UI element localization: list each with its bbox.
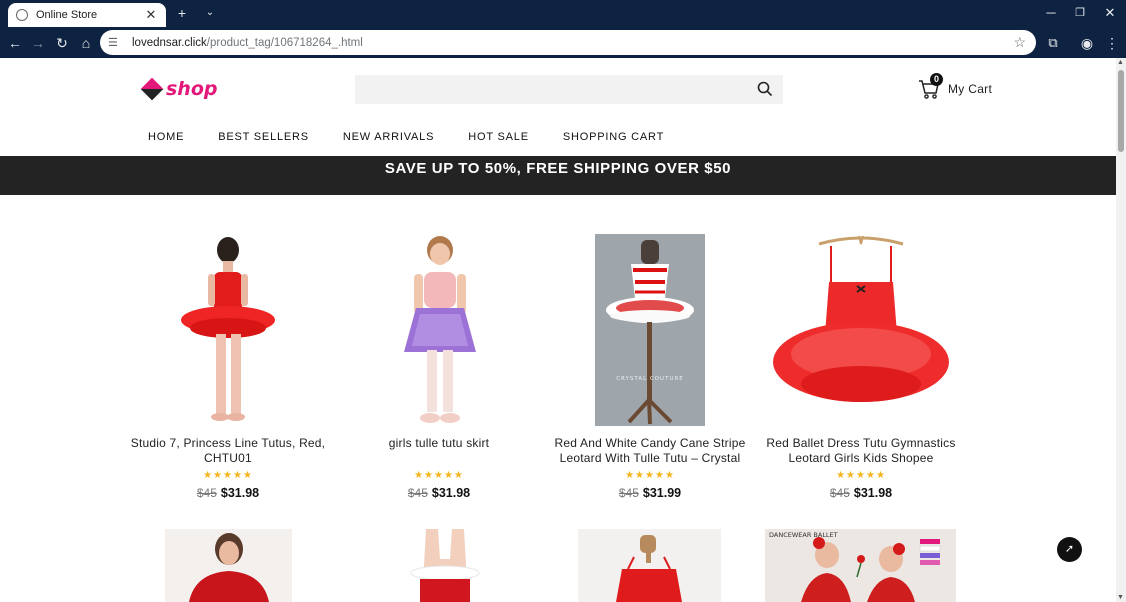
product-title[interactable]: Red Ballet Dress Tutu Gymnastics Leotard… (761, 436, 961, 466)
url-host: lovednsar.click (132, 36, 207, 49)
old-price: $45 (407, 486, 428, 500)
product-image[interactable] (578, 529, 721, 602)
sale-price: $31.98 (220, 486, 260, 500)
sale-price: $31.98 (853, 486, 893, 500)
chevron-down-icon[interactable]: ⌄ (200, 4, 220, 22)
product-image[interactable] (771, 234, 951, 416)
back-icon[interactable]: ← (5, 33, 25, 53)
old-price: $45 (618, 486, 639, 500)
extensions-icon[interactable]: ⧉ (1043, 33, 1063, 53)
rating-stars: ★★★★★ (625, 470, 675, 481)
forward-icon[interactable]: → (28, 33, 48, 53)
close-icon[interactable]: ✕ (144, 7, 158, 23)
product-image[interactable]: CRYSTAL COUTURE (595, 234, 705, 426)
dancewear-brand-text: DANCEWEAR BALLET (769, 531, 838, 539)
browser-toolbar: ← → ↻ ⌂ ☰ lovednsar.click/product_tag/10… (0, 27, 1126, 58)
crystal-couture-watermark: CRYSTAL COUTURE (616, 376, 684, 382)
address-bar[interactable]: ☰ lovednsar.click/product_tag/106718264_… (100, 30, 1036, 55)
reload-icon[interactable]: ↻ (52, 33, 72, 53)
browser-tab[interactable]: Online Store ✕ (8, 3, 166, 27)
product-price: $45 $31.99 (550, 486, 750, 500)
restore-icon[interactable]: ❐ (1070, 3, 1090, 23)
menu-item-shopping-cart[interactable]: SHOPPING CART (563, 131, 664, 143)
menu-item-best-sellers[interactable]: BEST SELLERS (218, 131, 309, 143)
browser-tab-bar: Online Store ✕ + ⌄ ─ ❐ ✕ (0, 0, 1126, 27)
scroll-down-icon[interactable]: ▼ (1117, 594, 1124, 601)
logo-mark (140, 77, 164, 101)
old-price: $45 (829, 486, 850, 500)
product-price: $45 $31.98 (339, 486, 539, 500)
search-input[interactable] (355, 75, 783, 104)
cart-count-badge: 0 (930, 73, 943, 86)
page: shop 0 My Cart HOME BEST SELLERS NEW ARR… (0, 58, 1116, 602)
menu-item-new-arrivals[interactable]: NEW ARRIVALS (343, 131, 434, 143)
profile-icon[interactable]: ◉ (1077, 33, 1097, 53)
minimize-icon[interactable]: ─ (1041, 3, 1061, 23)
rating-stars: ★★★★★ (414, 470, 464, 481)
product-title[interactable]: girls tulle tutu skirt (339, 436, 539, 451)
cart-link[interactable]: 0 My Cart (918, 73, 993, 100)
home-icon[interactable]: ⌂ (76, 33, 96, 53)
product-image[interactable]: DANCEWEAR BALLET (765, 529, 956, 602)
scroll-up-icon[interactable]: ▲ (1117, 59, 1124, 66)
promo-banner: SAVE UP TO 50%, FREE SHIPPING OVER $50 (0, 156, 1116, 195)
tab-title: Online Store (36, 9, 98, 21)
logo-text: shop (166, 78, 218, 100)
search-box (355, 75, 783, 104)
menu-item-hot-sale[interactable]: HOT SALE (468, 131, 529, 143)
url-path: /product_tag/106718264_.html (206, 36, 363, 49)
product-image[interactable] (384, 234, 494, 426)
site-logo[interactable]: shop (140, 77, 218, 101)
rating-stars: ★★★★★ (836, 470, 886, 481)
bookmark-star-icon[interactable]: ☆ (1013, 34, 1026, 51)
product-price: $45 $31.98 (761, 486, 961, 500)
product-image[interactable] (410, 529, 480, 602)
new-tab-icon[interactable]: + (172, 4, 192, 22)
sale-price: $31.98 (431, 486, 471, 500)
menu-item-home[interactable]: HOME (148, 131, 184, 143)
globe-icon (16, 9, 28, 21)
window-close-icon[interactable]: ✕ (1100, 3, 1120, 23)
site-info-icon[interactable]: ☰ (108, 36, 124, 49)
cart-label: My Cart (948, 82, 993, 96)
search-icon[interactable] (757, 81, 773, 97)
sale-price: $31.99 (642, 486, 682, 500)
scrollbar-thumb[interactable] (1118, 70, 1124, 152)
product-image[interactable] (165, 529, 292, 602)
back-to-top-button[interactable]: ➚ (1057, 537, 1082, 562)
cart-icon: 0 (918, 73, 943, 100)
product-price: $45 $31.98 (128, 486, 328, 500)
page-scrollbar[interactable]: ▲ ▼ (1116, 58, 1126, 602)
old-price: $45 (196, 486, 217, 500)
more-menu-icon[interactable]: ⋮ (1102, 33, 1122, 53)
product-title[interactable]: Studio 7, Princess Line Tutus, Red, CHTU… (128, 436, 328, 466)
product-title[interactable]: Red And White Candy Cane Stripe Leotard … (550, 436, 750, 466)
main-menu: HOME BEST SELLERS NEW ARRIVALS HOT SALE … (148, 131, 664, 143)
rating-stars: ★★★★★ (203, 470, 253, 481)
product-image[interactable] (178, 234, 278, 424)
